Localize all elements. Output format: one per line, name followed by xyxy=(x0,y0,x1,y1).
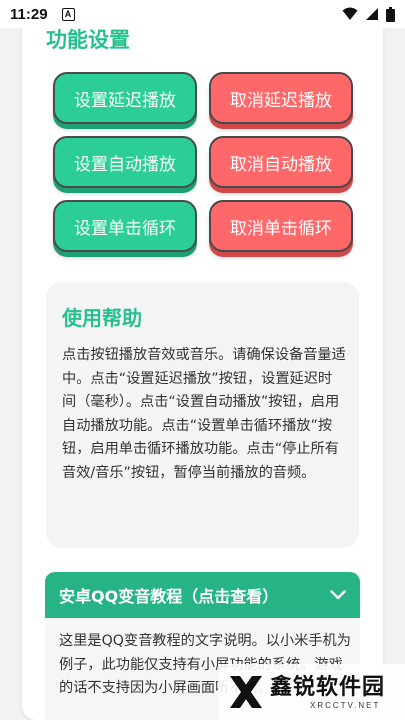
cancel-click-loop-button[interactable]: 取消单击循环 xyxy=(209,200,353,252)
watermark-brand: 鑫锐软件园 xyxy=(270,674,386,700)
battery-icon xyxy=(386,6,395,22)
set-auto-play-button[interactable]: 设置自动播放 xyxy=(53,136,197,188)
watermark-logo-icon xyxy=(230,676,262,708)
watermark-domain: XRCCTV.NET xyxy=(310,700,381,710)
section-title-settings: 功能设置 xyxy=(46,28,130,52)
tutorial-header-label: 安卓QQ变音教程（点击查看） xyxy=(59,587,279,606)
set-click-loop-button[interactable]: 设置单击循环 xyxy=(53,200,197,252)
watermark: 鑫锐软件园 XRCCTV.NET xyxy=(218,664,405,720)
signal-icon xyxy=(366,8,378,20)
status-bar: 11:29 A xyxy=(0,0,405,28)
status-icons xyxy=(342,6,395,22)
set-delay-play-button[interactable]: 设置延迟播放 xyxy=(53,72,197,124)
notification-a-icon: A xyxy=(61,7,75,21)
tutorial-accordion-header[interactable]: 安卓QQ变音教程（点击查看） xyxy=(45,572,360,618)
cancel-auto-play-button[interactable]: 取消自动播放 xyxy=(209,136,353,188)
help-panel: 使用帮助 点击按钮播放音效或音乐。请确保设备音量适中。点击“设置延迟播放”按钮，… xyxy=(46,282,359,548)
status-time: 11:29 xyxy=(10,5,48,23)
help-text: 点击按钮播放音效或音乐。请确保设备音量适中。点击“设置延迟播放”按钮，设置延迟时… xyxy=(62,347,346,481)
help-title: 使用帮助 xyxy=(62,306,142,330)
wifi-icon xyxy=(342,7,358,20)
cancel-delay-play-button[interactable]: 取消延迟播放 xyxy=(209,72,353,124)
chevron-down-icon xyxy=(330,590,346,600)
